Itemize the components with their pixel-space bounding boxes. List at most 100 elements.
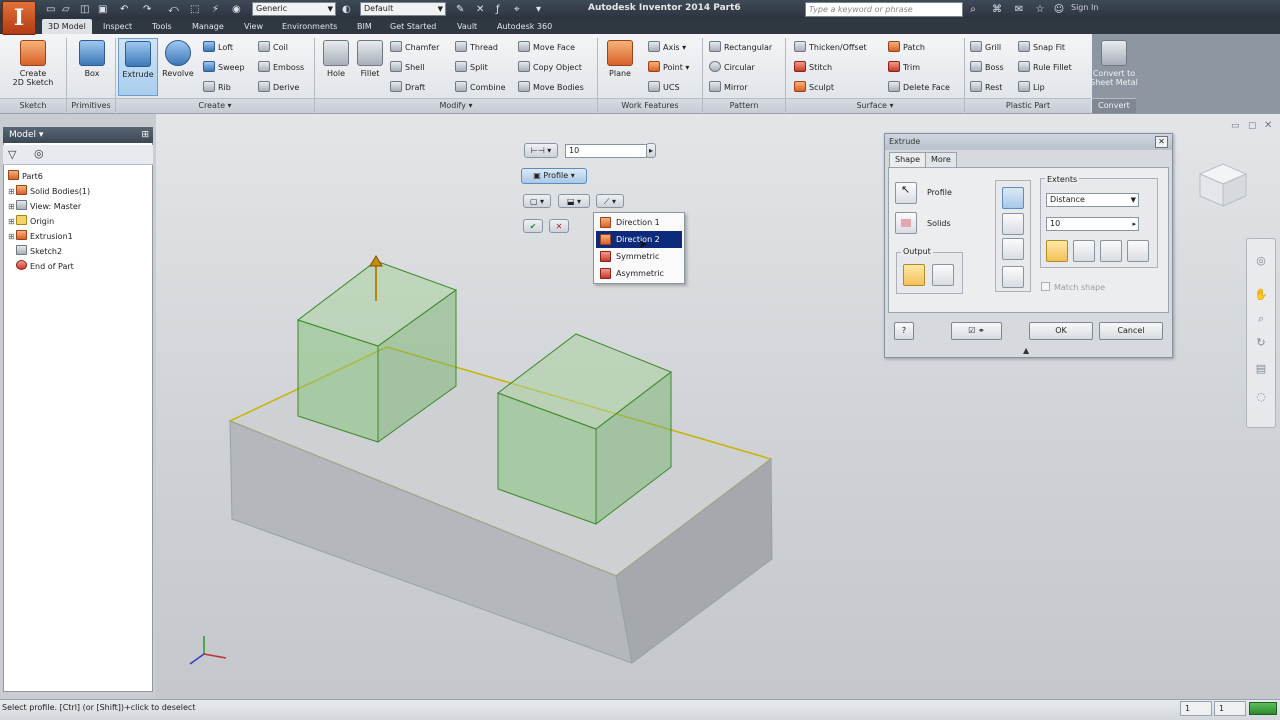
grill-button[interactable]: Grill [970,41,1001,55]
help-button[interactable]: ? [894,322,914,340]
panel-modify[interactable]: Modify ▾ [315,98,597,113]
move-face-button[interactable]: Move Face [518,41,575,55]
distance-value-input[interactable]: 10 [565,144,647,158]
tree-item-origin[interactable]: ⊞ Origin [8,214,54,229]
tab-environments[interactable]: Environments [276,19,343,34]
communication-icon[interactable]: ✉ [1012,3,1026,16]
save-icon[interactable]: ▣ [98,2,107,17]
distance-manipulator-arrow[interactable] [369,255,383,267]
extents-type-select[interactable]: Distance ▼ [1046,193,1139,207]
symmetric-button[interactable] [1100,240,1122,262]
tab-autodesk-360[interactable]: Autodesk 360 [491,19,558,34]
tab-bim[interactable]: BIM [351,19,378,34]
match-shape-checkbox[interactable]: Match shape [1041,282,1105,292]
view-face-icon[interactable]: ◌ [1253,390,1269,404]
intersect-button[interactable] [1002,238,1024,260]
tab-3d-model[interactable]: 3D Model [42,19,92,34]
direction-1-button[interactable] [1046,240,1068,262]
profile-selector-button[interactable]: ▣ Profile ▾ [521,168,587,184]
tree-item-end-of-part[interactable]: End of Part [8,259,74,274]
boolean-dropdown[interactable]: ⬓ ▾ [558,194,590,208]
expand-icon[interactable]: ⊞ [8,199,16,214]
rib-button[interactable]: Rib [203,81,231,95]
tab-inspect[interactable]: Inspect [97,19,138,34]
panel-sketch[interactable]: Sketch [0,98,66,113]
fx-icon[interactable]: ƒ [496,2,500,17]
plane-button[interactable]: Plane [600,38,640,96]
coil-button[interactable]: Coil [258,41,288,55]
panel-surface[interactable]: Surface ▾ [786,98,964,113]
expand-icon[interactable]: ⊞ [8,184,16,199]
panel-work-features[interactable]: Work Features [598,98,702,113]
box-button[interactable]: Box [72,38,112,96]
split-button[interactable]: Split [455,61,488,75]
adjust-icon[interactable]: ✎ [456,2,464,17]
application-menu-button[interactable]: I [2,1,36,35]
tree-item-view[interactable]: ⊞ View: Master [8,199,81,214]
user-icon[interactable]: ☺ [1052,3,1066,16]
browser-menu-icon[interactable]: ⊞ [141,127,149,143]
chamfer-button[interactable]: Chamfer [390,41,439,55]
clear-icon[interactable]: ✕ [476,2,484,17]
menu-item-direction-1[interactable]: Direction 1 [596,214,682,231]
tab-view[interactable]: View [238,19,269,34]
update-icon[interactable]: ⚡ [212,2,219,17]
close-icon[interactable]: ✕ [1264,120,1272,131]
expand-icon[interactable]: ⊞ [8,214,16,229]
help-search-input[interactable]: Type a keyword or phrase [805,2,963,17]
profile-select-button[interactable]: ↖ [895,182,917,204]
collapse-dialog-icon[interactable]: ▲ [1023,346,1029,355]
undo-icon[interactable]: ↶ [120,2,128,17]
cancel-x-button[interactable]: ✕ [549,219,569,233]
point-button[interactable]: Point ▾ [648,61,689,75]
viewcube-icon[interactable] [1196,160,1250,210]
convert-to-sheet-metal-button[interactable]: Convert to Sheet Metal [1090,38,1138,96]
emboss-button[interactable]: Emboss [258,61,304,75]
sweep-button[interactable]: Sweep [203,61,245,75]
join-button[interactable] [1002,187,1024,209]
create-2d-sketch-button[interactable]: Create 2D Sketch [10,38,56,96]
redo-icon[interactable]: ↷ [143,2,151,17]
rest-button[interactable]: Rest [970,81,1002,95]
panel-plastic-part[interactable]: Plastic Part [965,98,1091,113]
solids-select-button[interactable] [895,212,917,234]
circular-pattern-button[interactable]: Circular [709,61,755,75]
viewcube[interactable] [1196,160,1250,210]
cut-button[interactable] [1002,213,1024,235]
appearance-combo[interactable]: Default ▼ [360,2,446,16]
restore-icon[interactable]: ▭ [1231,121,1240,131]
dialog-title-bar[interactable]: Extrude [885,134,1172,150]
tree-item-sketch2[interactable]: Sketch2 [8,244,62,259]
panel-convert[interactable]: Convert [1092,98,1136,113]
favorites-icon[interactable]: ☆ [1033,3,1047,16]
zoom-icon[interactable]: ⌕ [1253,312,1269,326]
output-surface-button[interactable] [932,264,954,286]
sign-in-link[interactable]: Sign In [1071,3,1098,12]
snap-fit-button[interactable]: Snap Fit [1018,41,1065,55]
search-icon[interactable]: ⌕ [966,3,980,16]
look-at-icon[interactable]: ▤ [1253,362,1269,376]
ok-check-button[interactable]: ✔ [523,219,543,233]
distance-arrow-button[interactable]: ▸ [646,143,656,158]
tab-shape[interactable]: Shape [889,152,927,167]
fillet-button[interactable]: Fillet [350,38,390,96]
measure-icon[interactable]: ⌖ [514,2,520,17]
panel-create[interactable]: Create ▾ [116,98,314,113]
extrude-button[interactable]: Extrude [118,38,158,96]
filter-icon[interactable]: ▽ [8,148,16,161]
direction-2-button[interactable] [1073,240,1095,262]
axis-button[interactable]: Axis ▾ [648,41,686,55]
panel-pattern[interactable]: Pattern [703,98,785,113]
distance-type-dropdown[interactable]: ⊢⊣ ▾ [524,143,558,158]
output-solid-button[interactable] [903,264,925,286]
tree-item-extrusion1[interactable]: ⊞ Extrusion1 [8,229,73,244]
return-icon[interactable]: ⤺ [168,2,179,17]
sculpt-button[interactable]: Sculpt [794,81,834,95]
new-icon[interactable]: ▭ [46,2,55,17]
direction-dropdown[interactable]: ⟋ ▾ [596,194,624,208]
revolve-button[interactable]: Revolve [158,38,198,96]
pan-icon[interactable]: ✋ [1253,288,1269,302]
delete-face-button[interactable]: Delete Face [888,81,950,95]
patch-button[interactable]: Patch [888,41,925,55]
mirror-button[interactable]: Mirror [709,81,748,95]
